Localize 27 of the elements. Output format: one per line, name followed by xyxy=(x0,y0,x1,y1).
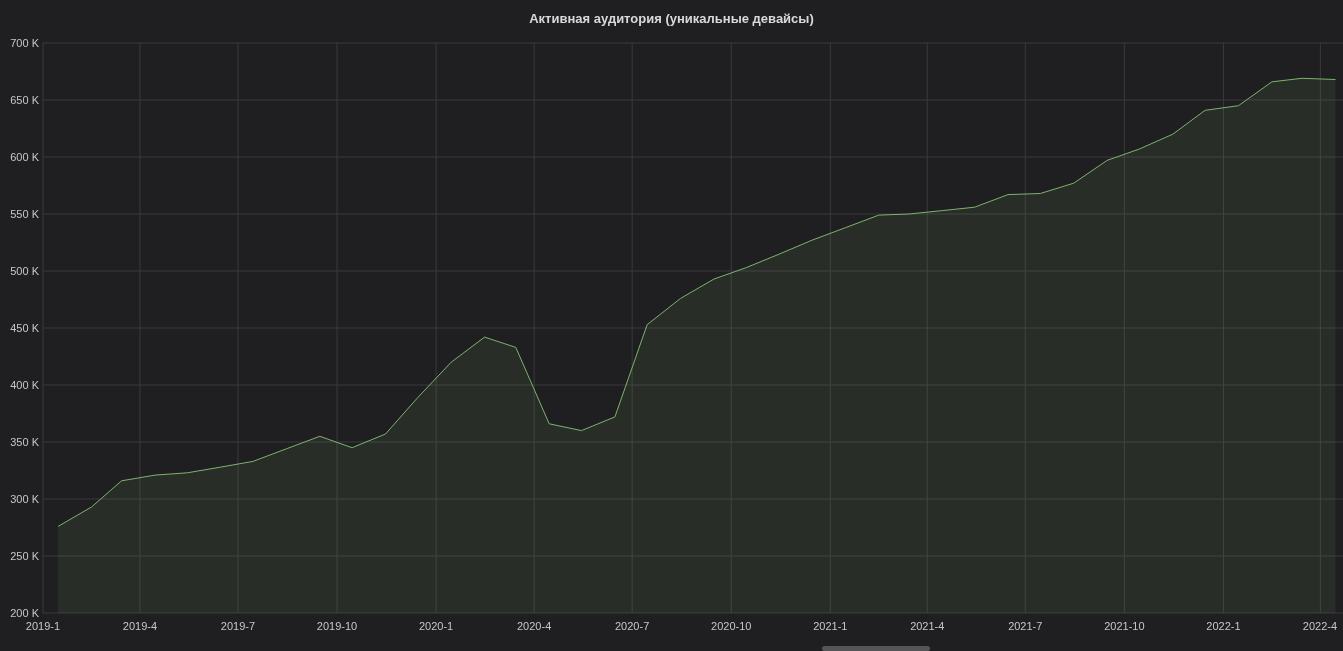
x-axis-label: 2021-10 xyxy=(1104,620,1145,632)
x-axis-label: 2020-10 xyxy=(711,620,752,632)
x-axis-label: 2019-4 xyxy=(122,620,158,632)
y-axis-label: 600 K xyxy=(10,151,39,163)
y-axis-label: 450 K xyxy=(10,322,39,334)
x-axis-label: 2022-4 xyxy=(1302,620,1338,632)
x-axis-label: 2019-7 xyxy=(220,620,256,632)
x-axis-label: 2020-1 xyxy=(419,620,454,632)
x-axis-label: 2020-4 xyxy=(517,620,552,632)
y-axis-label: 700 K xyxy=(10,37,39,49)
y-axis-label: 350 K xyxy=(10,436,39,448)
y-axis-label: 400 K xyxy=(10,379,39,391)
y-axis-label: 200 K xyxy=(10,607,39,619)
chart-title: Активная аудитория (уникальные девайсы) xyxy=(529,10,814,28)
scrollbar-thumb[interactable] xyxy=(822,646,930,651)
x-axis-label: 2020-7 xyxy=(615,620,650,632)
x-axis-label: 2021-1 xyxy=(813,620,848,632)
y-axis-label: 250 K xyxy=(10,550,39,562)
x-axis-label: 2021-7 xyxy=(1008,620,1043,632)
y-axis-label: 550 K xyxy=(10,208,39,220)
x-axis-label: 2019-10 xyxy=(316,620,358,632)
x-axis-label: 2021-4 xyxy=(910,620,945,632)
y-axis-label: 650 K xyxy=(10,94,39,106)
y-axis-label: 300 K xyxy=(10,493,39,505)
x-axis-label: 2019-1 xyxy=(25,620,61,632)
x-axis-label: 2022-1 xyxy=(1206,620,1241,632)
y-axis-label: 500 K xyxy=(10,265,39,277)
